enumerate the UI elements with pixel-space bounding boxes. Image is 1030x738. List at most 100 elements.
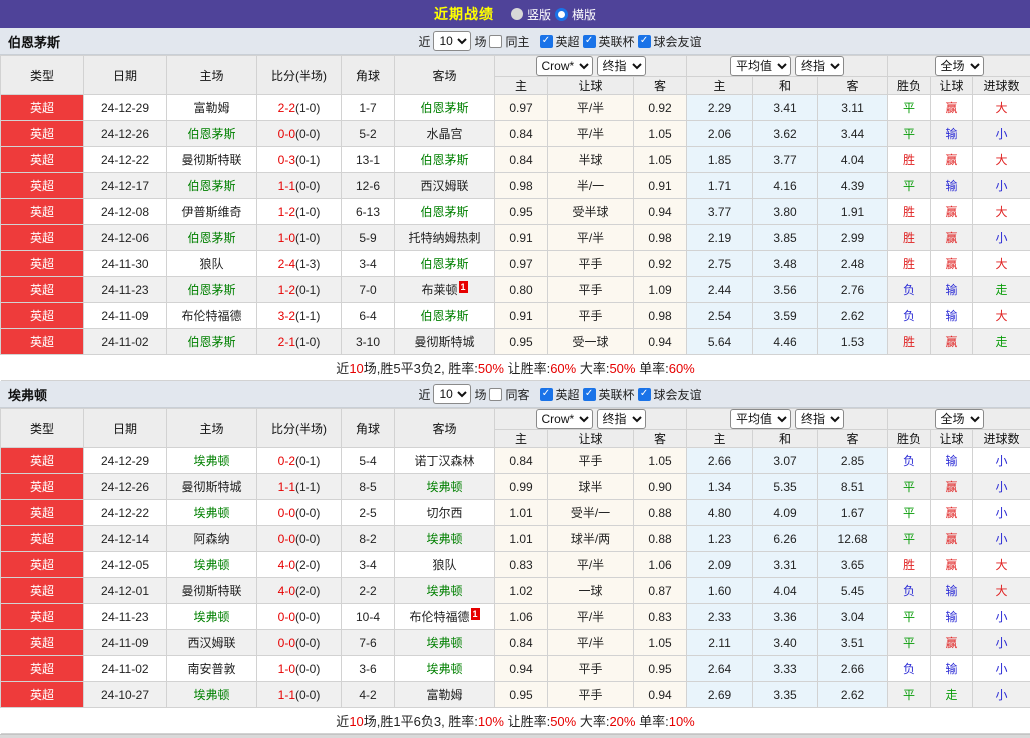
date-cell: 24-12-06 [84,225,167,251]
match-row: 英超24-11-09西汉姆联0-0(0-0)7-6埃弗顿0.84平/半1.052… [1,630,1030,656]
half-time-score: (1-1) [295,309,320,323]
home-team-cell: 曼彻斯特联 [167,147,257,173]
avg-home-cell: 2.44 [687,277,753,303]
goals-result-cell: 小 [973,448,1030,474]
match-count-select[interactable]: 10 [433,31,471,51]
league-checkbox-2[interactable]: ✓ [638,388,651,401]
league-label-0: 英超 [556,386,580,403]
date-cell: 24-12-22 [84,500,167,526]
avg-draw-cell: 4.04 [753,578,818,604]
score-cell: 0-3(0-1) [257,147,342,173]
avg-home-cell: 5.64 [687,329,753,355]
away-team-cell: 布伦特福德1 [395,604,495,630]
col-header-corner: 角球 [342,56,395,95]
same-venue-checkbox[interactable] [489,388,502,401]
match-row: 英超24-11-30狼队2-4(1-3)3-4伯恩茅斯0.97平手0.922.7… [1,251,1030,277]
date-cell: 24-12-01 [84,578,167,604]
bookmaker-select[interactable]: Crow* [536,409,593,429]
odds-stage-select-1[interactable]: 终指 [597,56,646,76]
odds-stage-select-2[interactable]: 终指 [795,56,844,76]
odds-home-cell: 0.97 [495,251,548,277]
odds-away-cell: 0.98 [634,225,687,251]
corner-cell: 7-6 [342,630,395,656]
avg-away-cell: 2.48 [818,251,888,277]
sub-header-avg-away: 客 [818,77,888,95]
league-type-cell: 英超 [1,500,84,526]
score-cell: 2-4(1-3) [257,251,342,277]
odds-away-cell: 0.88 [634,500,687,526]
red-card-badge: 1 [471,608,480,620]
horizontal-layout-radio[interactable] [555,8,568,21]
full-match-select[interactable]: 全场 [935,409,984,429]
full-time-score: 4-0 [278,558,295,572]
match-count-select[interactable]: 10 [433,384,471,404]
score-cell: 1-1(1-1) [257,474,342,500]
avg-away-cell: 1.67 [818,500,888,526]
handicap-cell: 半球 [548,147,634,173]
handicap-cell: 平手 [548,448,634,474]
league-checkbox-0[interactable]: ✓ [540,388,553,401]
away-team-name: 埃弗顿 [426,480,462,494]
home-team-cell: 伯恩茅斯 [167,277,257,303]
score-cell: 2-1(1-0) [257,329,342,355]
home-team-name: 狼队 [199,257,223,271]
corner-cell: 2-2 [342,578,395,604]
same-venue-checkbox[interactable] [489,35,502,48]
handicap-result-cell: 输 [931,448,973,474]
odds-stage-select-1[interactable]: 终指 [597,409,646,429]
full-time-score: 1-1 [278,179,295,193]
summary-segment: 60% [550,361,576,376]
average-select[interactable]: 平均值 [730,56,791,76]
vertical-layout-radio[interactable] [511,8,523,20]
full-match-select[interactable]: 全场 [935,56,984,76]
handicap-cell: 平/半 [548,552,634,578]
home-team-cell: 伯恩茅斯 [167,173,257,199]
odds-away-cell: 0.92 [634,251,687,277]
away-team-name: 埃弗顿 [426,584,462,598]
result-cell: 胜 [888,147,931,173]
half-time-score: (1-0) [295,231,320,245]
avg-away-cell: 4.39 [818,173,888,199]
away-team-name: 布伦特福德 [409,610,469,624]
sub-header-result: 胜负 [888,430,931,448]
full-time-score: 0-0 [278,532,295,546]
filter-controls: 近 10 场 同客 ✓ 英超 ✓ 英联杯 ✓ 球会友谊 [418,384,701,404]
league-checkbox-1[interactable]: ✓ [583,388,596,401]
avg-away-cell: 4.04 [818,147,888,173]
half-time-score: (0-0) [295,506,320,520]
summary-segment: 单率: [635,361,668,376]
full-time-score: 4-0 [278,584,295,598]
full-time-score: 1-2 [278,205,295,219]
avg-home-cell: 1.23 [687,526,753,552]
bookmaker-select[interactable]: Crow* [536,56,593,76]
handicap-result-cell: 输 [931,578,973,604]
avg-draw-cell: 3.85 [753,225,818,251]
away-team-cell: 伯恩茅斯 [395,303,495,329]
average-select[interactable]: 平均值 [730,409,791,429]
odds-home-cell: 1.01 [495,526,548,552]
full-time-score: 1-0 [278,231,295,245]
home-team-cell: 阿森纳 [167,526,257,552]
league-checkbox-0[interactable]: ✓ [540,35,553,48]
home-team-name: 曼彻斯特联 [181,584,241,598]
sub-header-handicap: 让球 [548,77,634,95]
avg-home-cell: 2.54 [687,303,753,329]
away-team-name: 布莱顿 [421,283,457,297]
sub-header-odds-home: 主 [495,430,548,448]
handicap-cell: 受半球 [548,199,634,225]
full-time-score: 1-1 [278,480,295,494]
corner-cell: 13-1 [342,147,395,173]
avg-draw-cell: 3.56 [753,277,818,303]
league-checkbox-2[interactable]: ✓ [638,35,651,48]
team-section: 伯恩茅斯 近 10 场 同主 ✓ 英超 ✓ 英联杯 ✓ 球会友谊 类型 日期 [0,28,1030,381]
odds-stage-select-2[interactable]: 终指 [795,409,844,429]
home-team-cell: 伯恩茅斯 [167,225,257,251]
half-time-score: (1-1) [295,480,320,494]
corner-cell: 10-4 [342,604,395,630]
col-header-score: 比分(半场) [257,409,342,448]
match-row: 英超24-12-29富勒姆2-2(1-0)1-7伯恩茅斯0.97平/半0.922… [1,95,1030,121]
odds-away-cell: 0.94 [634,329,687,355]
league-checkbox-1[interactable]: ✓ [583,35,596,48]
goals-result-cell: 小 [973,526,1030,552]
league-type-cell: 英超 [1,95,84,121]
